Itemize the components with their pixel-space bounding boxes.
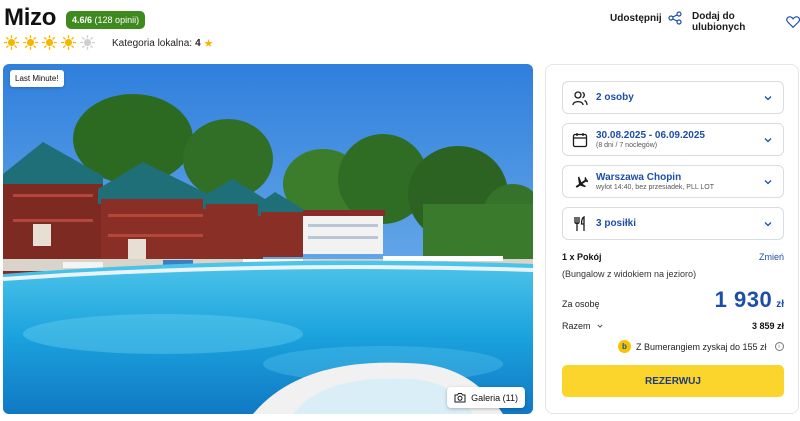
room-description: (Bungalow z widokiem na jezioro) bbox=[562, 269, 697, 279]
room-row: 1 x Pokój Zmień bbox=[562, 252, 784, 262]
info-icon[interactable]: i bbox=[774, 342, 784, 351]
local-category-label: Kategoria lokalna: bbox=[112, 38, 193, 49]
gallery-label: Galeria (11) bbox=[471, 392, 518, 403]
guests-value: 2 osoby bbox=[596, 92, 634, 103]
camera-icon bbox=[454, 393, 466, 403]
sun-icon-empty bbox=[80, 35, 95, 50]
bumerang-text: Z Bumerangiem zyskaj do 155 zł bbox=[636, 341, 767, 352]
sun-icon-filled bbox=[42, 35, 57, 50]
chevron-down-icon bbox=[764, 180, 772, 185]
chevron-down-icon bbox=[764, 138, 772, 143]
people-icon bbox=[572, 91, 588, 106]
departure-sub: wylot 14:40, bez przesiadek, PLL LOT bbox=[596, 184, 715, 191]
sun-icon-filled bbox=[61, 35, 76, 50]
cutlery-icon bbox=[574, 216, 585, 231]
airplane-icon bbox=[575, 176, 588, 188]
chevron-down-icon bbox=[764, 96, 772, 101]
gallery-button[interactable]: Galeria (11) bbox=[447, 387, 525, 408]
hotel-photo[interactable]: Last Minute! Galeria (11) bbox=[3, 64, 533, 414]
hotel-name: Mizo bbox=[4, 4, 57, 31]
guests-select[interactable]: 2 osoby bbox=[562, 81, 784, 114]
price-per-person: Za osobę 1 930 zł bbox=[562, 287, 784, 313]
departure-select[interactable]: Warszawa Chopin wylot 14:40, bez przesia… bbox=[562, 165, 784, 198]
bumerang-logo-icon: b bbox=[618, 340, 631, 353]
favorite-label: Dodaj do ulubionych bbox=[692, 11, 746, 33]
chevron-down-icon bbox=[596, 324, 603, 328]
price-currency: zł bbox=[776, 299, 784, 310]
chevron-down-icon bbox=[764, 222, 772, 227]
total-price: Razem 3 859 zł bbox=[562, 321, 784, 331]
booking-panel: 2 osoby 30.08.2025 - 06.09.2025 (8 dni /… bbox=[545, 64, 799, 414]
star-icon: ★ bbox=[203, 38, 214, 50]
pool-resort-image bbox=[3, 64, 533, 414]
reserve-button[interactable]: REZERWUJ bbox=[562, 365, 784, 397]
share-button[interactable]: Udostępnij bbox=[610, 11, 682, 25]
share-label: Udostępnij bbox=[610, 12, 662, 24]
total-value: 3 859 zł bbox=[751, 321, 784, 331]
total-toggle[interactable]: Razem bbox=[562, 321, 603, 331]
dates-select[interactable]: 30.08.2025 - 06.09.2025 (8 dni / 7 nocle… bbox=[562, 123, 784, 156]
local-category-value: 4 bbox=[195, 38, 201, 49]
rating-badge[interactable]: 4.6/6 (128 opinii) bbox=[66, 11, 146, 29]
room-count: 1 x Pokój bbox=[562, 252, 602, 262]
total-label: Razem bbox=[562, 321, 591, 331]
meals-select[interactable]: 3 posiłki bbox=[562, 207, 784, 240]
local-category: Kategoria lokalna: 4 ★ bbox=[112, 37, 214, 50]
departure-value: Warszawa Chopin bbox=[596, 172, 682, 183]
dates-value: 30.08.2025 - 06.09.2025 bbox=[596, 130, 705, 141]
dates-sub: (8 dni / 7 noclegów) bbox=[596, 142, 658, 149]
meals-value: 3 posiłki bbox=[596, 218, 637, 229]
share-icon bbox=[668, 11, 682, 25]
heart-icon bbox=[785, 16, 800, 29]
sun-rating bbox=[4, 35, 95, 50]
rating-count: (128 opinii) bbox=[94, 15, 140, 25]
price-value: 1 930 bbox=[714, 287, 773, 312]
sun-icon-filled bbox=[23, 35, 38, 50]
last-minute-badge: Last Minute! bbox=[10, 70, 64, 87]
bumerang-info: b Z Bumerangiem zyskaj do 155 zł i bbox=[618, 340, 784, 353]
favorite-button[interactable]: Dodaj do ulubionych bbox=[692, 11, 800, 33]
rating-score: 4.6/6 bbox=[72, 15, 93, 25]
per-person-label: Za osobę bbox=[562, 299, 600, 309]
calendar-icon bbox=[572, 133, 588, 148]
sun-icon-filled bbox=[4, 35, 19, 50]
change-room-link[interactable]: Zmień bbox=[759, 252, 784, 262]
